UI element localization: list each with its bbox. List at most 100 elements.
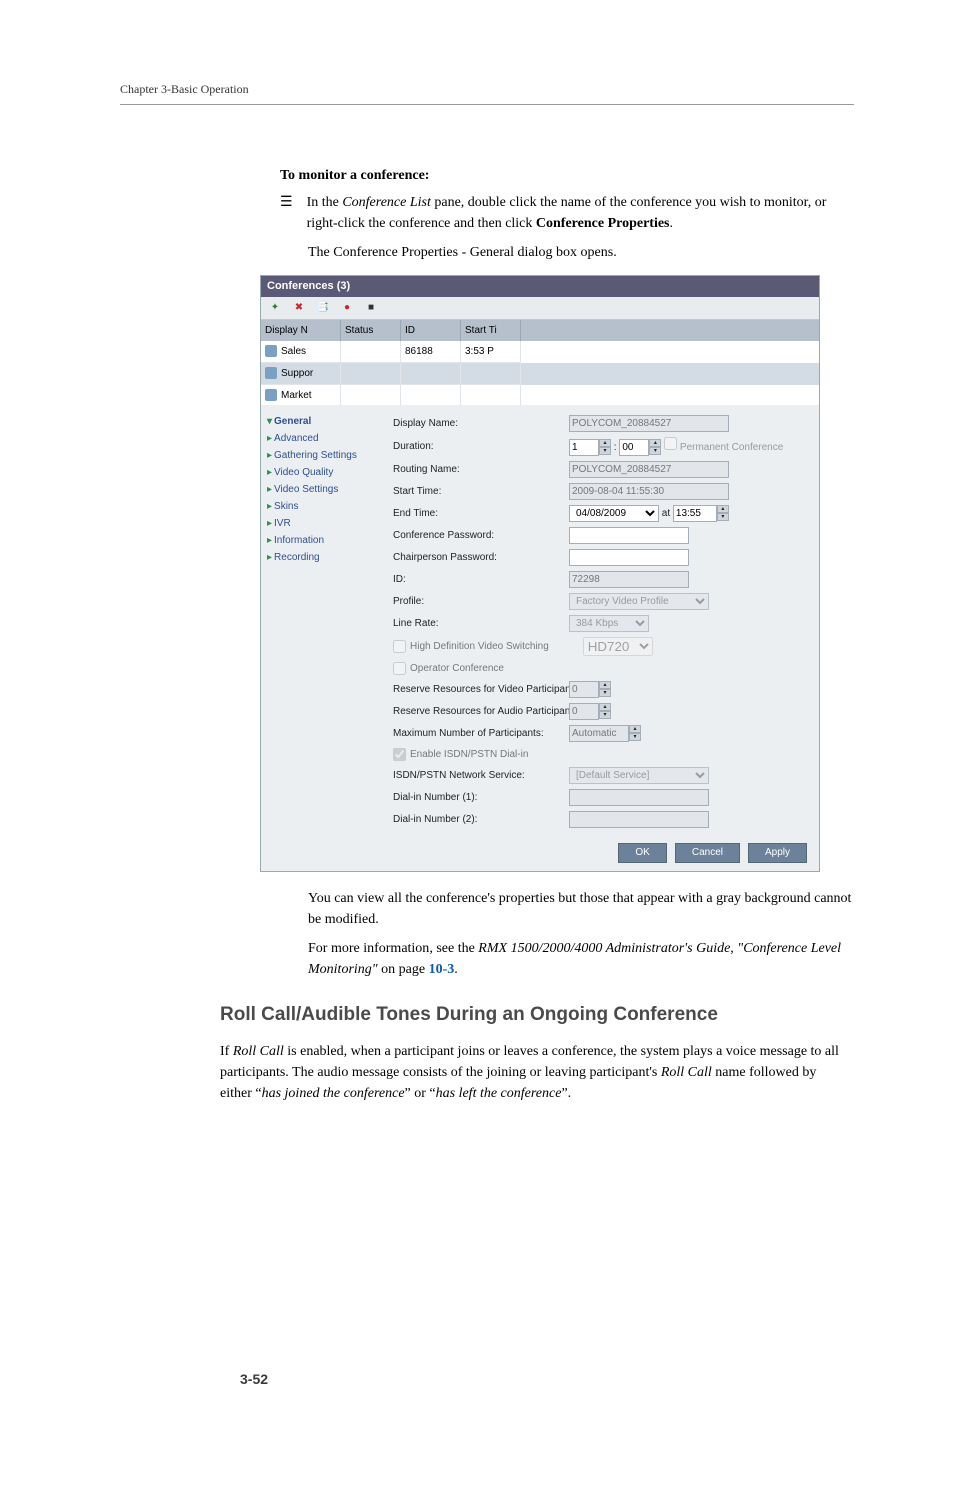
start-time-field (569, 483, 729, 500)
cancel-button[interactable]: Cancel (675, 843, 740, 863)
lbl-conf-pw: Conference Password: (393, 528, 563, 543)
chevron-right-icon: ▸ (267, 484, 272, 495)
lbl-max-part: Maximum Number of Participants: (393, 726, 563, 741)
after-p1: You can view all the conference's proper… (308, 888, 854, 930)
step-1: ☰ In the Conference List pane, double cl… (280, 192, 854, 234)
spin-up-icon[interactable]: ▴ (599, 681, 611, 689)
spin-down-icon[interactable]: ▾ (599, 689, 611, 697)
dial1-field (569, 789, 709, 806)
enable-isdn-label: Enable ISDN/PSTN Dial-in (410, 747, 528, 762)
lbl-display-name: Display Name: (393, 416, 563, 431)
spin-up-icon[interactable]: ▴ (599, 439, 611, 447)
chair-password-field[interactable] (569, 549, 689, 566)
spin-up-icon[interactable]: ▴ (599, 703, 611, 711)
table-row[interactable]: Market (261, 385, 819, 407)
duration-minutes[interactable] (619, 439, 649, 456)
lbl-res-video: Reserve Resources for Video Participants… (393, 682, 563, 697)
procedure-title: To monitor a conference: (280, 165, 854, 186)
tree-recording[interactable]: ▸Recording (267, 549, 375, 566)
conference-toolbar: ✦ ✖ 📑 ● ■ (261, 297, 819, 320)
chevron-right-icon: ▸ (267, 433, 272, 444)
col-start[interactable]: Start Ti (461, 320, 521, 341)
lbl-duration: Duration: (393, 439, 563, 454)
tree-video-settings[interactable]: ▸Video Settings (267, 481, 375, 498)
stop-icon[interactable]: ■ (363, 300, 379, 316)
lbl-dial2: Dial-in Number (2): (393, 812, 563, 827)
dialog-tree: ▾General ▸Advanced ▸Gathering Settings ▸… (261, 405, 381, 871)
lbl-id: ID: (393, 572, 563, 587)
dial2-field (569, 811, 709, 828)
lbl-linerate: Line Rate: (393, 616, 563, 631)
record-icon[interactable]: ● (339, 300, 355, 316)
res-audio-field (569, 703, 599, 720)
end-time-field[interactable] (673, 505, 717, 522)
isdn-svc-select: [Default Service] (569, 767, 709, 784)
chevron-right-icon: ▸ (267, 467, 272, 478)
section-paragraph: If Roll Call is enabled, when a particip… (220, 1041, 844, 1104)
lbl-profile: Profile: (393, 594, 563, 609)
tree-information[interactable]: ▸Information (267, 532, 375, 549)
spin-down-icon[interactable]: ▾ (599, 711, 611, 719)
chapter-header: Chapter 3-Basic Operation (120, 80, 854, 98)
spin-up-icon[interactable]: ▴ (717, 505, 729, 513)
duration-hours[interactable] (569, 439, 599, 456)
conference-icon (265, 345, 277, 357)
apply-button[interactable]: Apply (748, 843, 807, 863)
col-id[interactable]: ID (401, 320, 461, 341)
operator-conf-label: Operator Conference (410, 661, 504, 676)
table-row[interactable]: Suppor (261, 363, 819, 385)
tree-general[interactable]: ▾General (267, 413, 375, 430)
after-p2: For more information, see the RMX 1500/2… (308, 938, 854, 980)
profile-select: Factory Video Profile (569, 593, 709, 610)
col-display-name[interactable]: Display N (261, 320, 341, 341)
step-1-text: In the Conference List pane, double clic… (307, 192, 854, 234)
header-rule (120, 104, 854, 105)
hd-switching-checkbox (393, 640, 406, 653)
lbl-start: Start Time: (393, 484, 563, 499)
end-at-label: at (662, 508, 670, 519)
lbl-isdn-svc: ISDN/PSTN Network Service: (393, 768, 563, 783)
routing-name-field (569, 461, 729, 478)
permanent-conf-checkbox (664, 437, 677, 450)
conference-icon (265, 389, 277, 401)
delete-conf-icon[interactable]: ✖ (291, 300, 307, 316)
properties-dialog: ▾General ▸Advanced ▸Gathering Settings ▸… (261, 405, 819, 871)
chevron-right-icon: ▸ (267, 552, 272, 563)
display-name-field (569, 415, 729, 432)
tree-ivr[interactable]: ▸IVR (267, 515, 375, 532)
lbl-routing: Routing Name: (393, 462, 563, 477)
permanent-conf-label: Permanent Conference (680, 442, 783, 453)
conference-list-title: Conferences (3) (261, 276, 819, 297)
page-ref-link[interactable]: 10-3 (429, 962, 455, 977)
spin-up-icon[interactable]: ▴ (629, 725, 641, 733)
lbl-chair-pw: Chairperson Password: (393, 550, 563, 565)
tree-gathering[interactable]: ▸Gathering Settings (267, 447, 375, 464)
properties-icon[interactable]: 📑 (315, 300, 331, 316)
spin-down-icon[interactable]: ▾ (629, 733, 641, 741)
lbl-end: End Time: (393, 506, 563, 521)
step-followup: The Conference Properties - General dial… (308, 242, 854, 263)
tree-advanced[interactable]: ▸Advanced (267, 430, 375, 447)
spin-up-icon[interactable]: ▴ (649, 439, 661, 447)
spin-down-icon[interactable]: ▾ (599, 447, 611, 455)
max-part-field (569, 725, 629, 742)
end-date-select[interactable]: 04/08/2009 (569, 505, 659, 522)
ok-button[interactable]: OK (618, 843, 666, 863)
spin-down-icon[interactable]: ▾ (717, 513, 729, 521)
new-conf-icon[interactable]: ✦ (267, 300, 283, 316)
table-row[interactable]: Sales 86188 3:53 P (261, 341, 819, 363)
chevron-right-icon: ▸ (267, 518, 272, 529)
spin-down-icon[interactable]: ▾ (649, 447, 661, 455)
tree-skins[interactable]: ▸Skins (267, 498, 375, 515)
page-number: 3-52 (240, 1369, 268, 1390)
chevron-right-icon: ▸ (267, 535, 272, 546)
col-status[interactable]: Status (341, 320, 401, 341)
hd-switching-label: High Definition Video Switching (410, 639, 549, 654)
tree-video-quality[interactable]: ▸Video Quality (267, 464, 375, 481)
conference-icon (265, 367, 277, 379)
res-video-field (569, 681, 599, 698)
linerate-select: 384 Kbps (569, 615, 649, 632)
conf-password-field[interactable] (569, 527, 689, 544)
section-heading: Roll Call/Audible Tones During an Ongoin… (220, 1002, 854, 1028)
lbl-dial1: Dial-in Number (1): (393, 790, 563, 805)
